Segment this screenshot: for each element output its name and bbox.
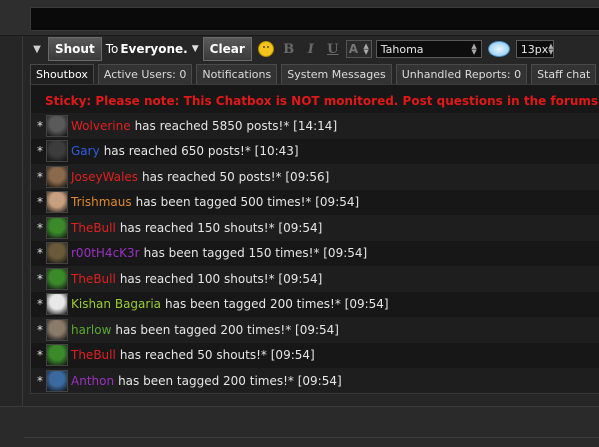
avatar[interactable] xyxy=(46,191,68,214)
username-link[interactable]: Anthon xyxy=(71,374,114,388)
username-link[interactable]: JoseyWales xyxy=(71,170,138,184)
star-marker: * xyxy=(37,118,43,133)
shout-button[interactable]: Shout xyxy=(48,37,102,61)
list-item: * Wolverine has reached 5850 posts!* [14:1… xyxy=(31,113,599,139)
shout-input[interactable] xyxy=(30,7,599,31)
star-marker: * xyxy=(37,271,43,286)
text-color-picker[interactable]: A ▲ ▼ xyxy=(345,40,372,58)
message-text: has reached 650 posts!* [10:43] xyxy=(103,144,299,159)
avatar[interactable] xyxy=(46,318,68,341)
star-marker: * xyxy=(37,246,43,261)
list-item: * Anthon has been tagged 200 times!* [09:5… xyxy=(31,368,599,393)
left-border xyxy=(22,36,23,406)
avatar[interactable] xyxy=(46,344,68,367)
list-item: * r00tH4cK3r has been tagged 150 times!* [… xyxy=(31,241,599,267)
size-select[interactable]: 13px ▲ ▼ xyxy=(515,40,554,58)
message-text: has reached 100 shouts!* [09:54] xyxy=(119,271,323,286)
text-color-label: A xyxy=(348,42,359,56)
message-text: has been tagged 200 times!* [09:54] xyxy=(118,373,342,388)
username-link[interactable]: TheBull xyxy=(71,221,116,235)
username-link[interactable]: harlow xyxy=(71,323,111,337)
star-marker: * xyxy=(37,169,43,184)
tab-system-messages[interactable]: System Messages xyxy=(281,64,392,85)
chevron-down-icon: ▼ xyxy=(191,44,199,54)
chat-tabs: Shoutbox Active Users: 0 Notifications S… xyxy=(30,64,599,85)
tab-unhandled-reports[interactable]: Unhandled Reports: 0 xyxy=(395,64,528,85)
username-link[interactable]: TheBull xyxy=(71,272,116,286)
username-link[interactable]: TheBull xyxy=(71,348,116,362)
username-link[interactable]: Kishan Bagaria xyxy=(71,297,161,311)
updown-arrows-icon: ▲ ▼ xyxy=(548,42,554,56)
updown-arrows-icon: ▲ ▼ xyxy=(363,42,369,56)
username-link[interactable]: Gary xyxy=(71,144,100,158)
star-marker: * xyxy=(37,195,43,210)
tab-staff-chat[interactable]: Staff chat xyxy=(531,64,597,85)
message-text: has been tagged 150 times!* [09:54] xyxy=(143,246,368,261)
avatar[interactable] xyxy=(46,267,68,290)
list-item: * TheBull has reached 100 shouts!* [09:54] xyxy=(31,266,599,292)
bold-button[interactable]: B xyxy=(280,40,298,58)
chat-log[interactable]: Sticky: Please note: This Chatbox is NOT… xyxy=(30,84,599,394)
top-bar xyxy=(0,0,599,36)
tab-active-users[interactable]: Active Users: 0 xyxy=(97,64,193,85)
avatar[interactable] xyxy=(46,242,68,265)
star-marker: * xyxy=(37,373,43,388)
divider xyxy=(24,437,599,438)
recipient-prefix: To xyxy=(105,42,119,56)
recipient-selector[interactable]: To Everyone. ▼ xyxy=(106,42,199,56)
avatar[interactable] xyxy=(46,293,68,316)
list-item: * harlow has been tagged 200 times!* [09:5… xyxy=(31,317,599,343)
updown-arrows-icon: ▲ ▼ xyxy=(471,42,477,56)
font-select-value: Tahoma xyxy=(380,42,424,56)
font-select[interactable]: Tahoma ▲ ▼ xyxy=(375,40,482,58)
avatar[interactable] xyxy=(46,216,68,239)
username-link[interactable]: r00tH4cK3r xyxy=(71,246,140,260)
star-marker: * xyxy=(37,348,43,363)
message-list: * Wolverine has reached 5850 posts!* [14:1… xyxy=(31,113,599,393)
collapse-toggle-icon[interactable]: ▼ xyxy=(30,44,44,55)
speech-bubble-icon[interactable] xyxy=(487,41,510,57)
tab-shoutbox[interactable]: Shoutbox xyxy=(30,64,94,85)
smiley-icon[interactable] xyxy=(257,41,274,57)
message-text: has reached 150 shouts!* [09:54] xyxy=(119,220,323,235)
message-text: has reached 5850 posts!* [14:14] xyxy=(134,118,338,133)
message-text: has been tagged 200 times!* [09:54] xyxy=(165,297,389,312)
italic-button[interactable]: I xyxy=(302,40,320,58)
list-item: * Gary has reached 650 posts!* [10:43] xyxy=(31,139,599,165)
list-item: * Kishan Bagaria has been tagged 200 times… xyxy=(31,292,599,318)
recipient-target: Everyone. xyxy=(120,42,188,56)
bottom-panel xyxy=(0,406,599,447)
list-item: * TheBull has reached 50 shouts!* [09:54] xyxy=(31,343,599,369)
underline-button[interactable]: U xyxy=(324,40,342,58)
username-link[interactable]: Wolverine xyxy=(71,119,131,133)
star-marker: * xyxy=(37,297,43,312)
username-link[interactable]: Trishmaus xyxy=(71,195,132,209)
message-text: has been tagged 200 times!* [09:54] xyxy=(115,322,339,337)
avatar[interactable] xyxy=(46,369,68,392)
message-text: has reached 50 posts!* [09:56] xyxy=(142,169,330,184)
size-select-value: 13px xyxy=(520,42,549,56)
star-marker: * xyxy=(37,144,43,159)
message-text: has reached 50 shouts!* [09:54] xyxy=(119,348,315,363)
avatar[interactable] xyxy=(46,114,68,137)
star-marker: * xyxy=(37,322,43,337)
message-text: has been tagged 500 times!* [09:54] xyxy=(135,195,360,210)
avatar[interactable] xyxy=(46,140,68,163)
sticky-notice: Sticky: Please note: This Chatbox is NOT… xyxy=(45,94,599,108)
list-item: * Trishmaus has been tagged 500 times!* [0… xyxy=(31,190,599,216)
clear-button[interactable]: Clear xyxy=(202,37,252,61)
list-item: * JoseyWales has reached 50 posts!* [09:56… xyxy=(31,164,599,190)
star-marker: * xyxy=(37,220,43,235)
list-item: * TheBull has reached 150 shouts!* [09:54] xyxy=(31,215,599,241)
avatar[interactable] xyxy=(46,165,68,188)
tab-notifications[interactable]: Notifications xyxy=(196,64,278,85)
shout-toolbar: ▼ Shout To Everyone. ▼ Clear B I U A ▲ ▼ … xyxy=(24,36,599,62)
